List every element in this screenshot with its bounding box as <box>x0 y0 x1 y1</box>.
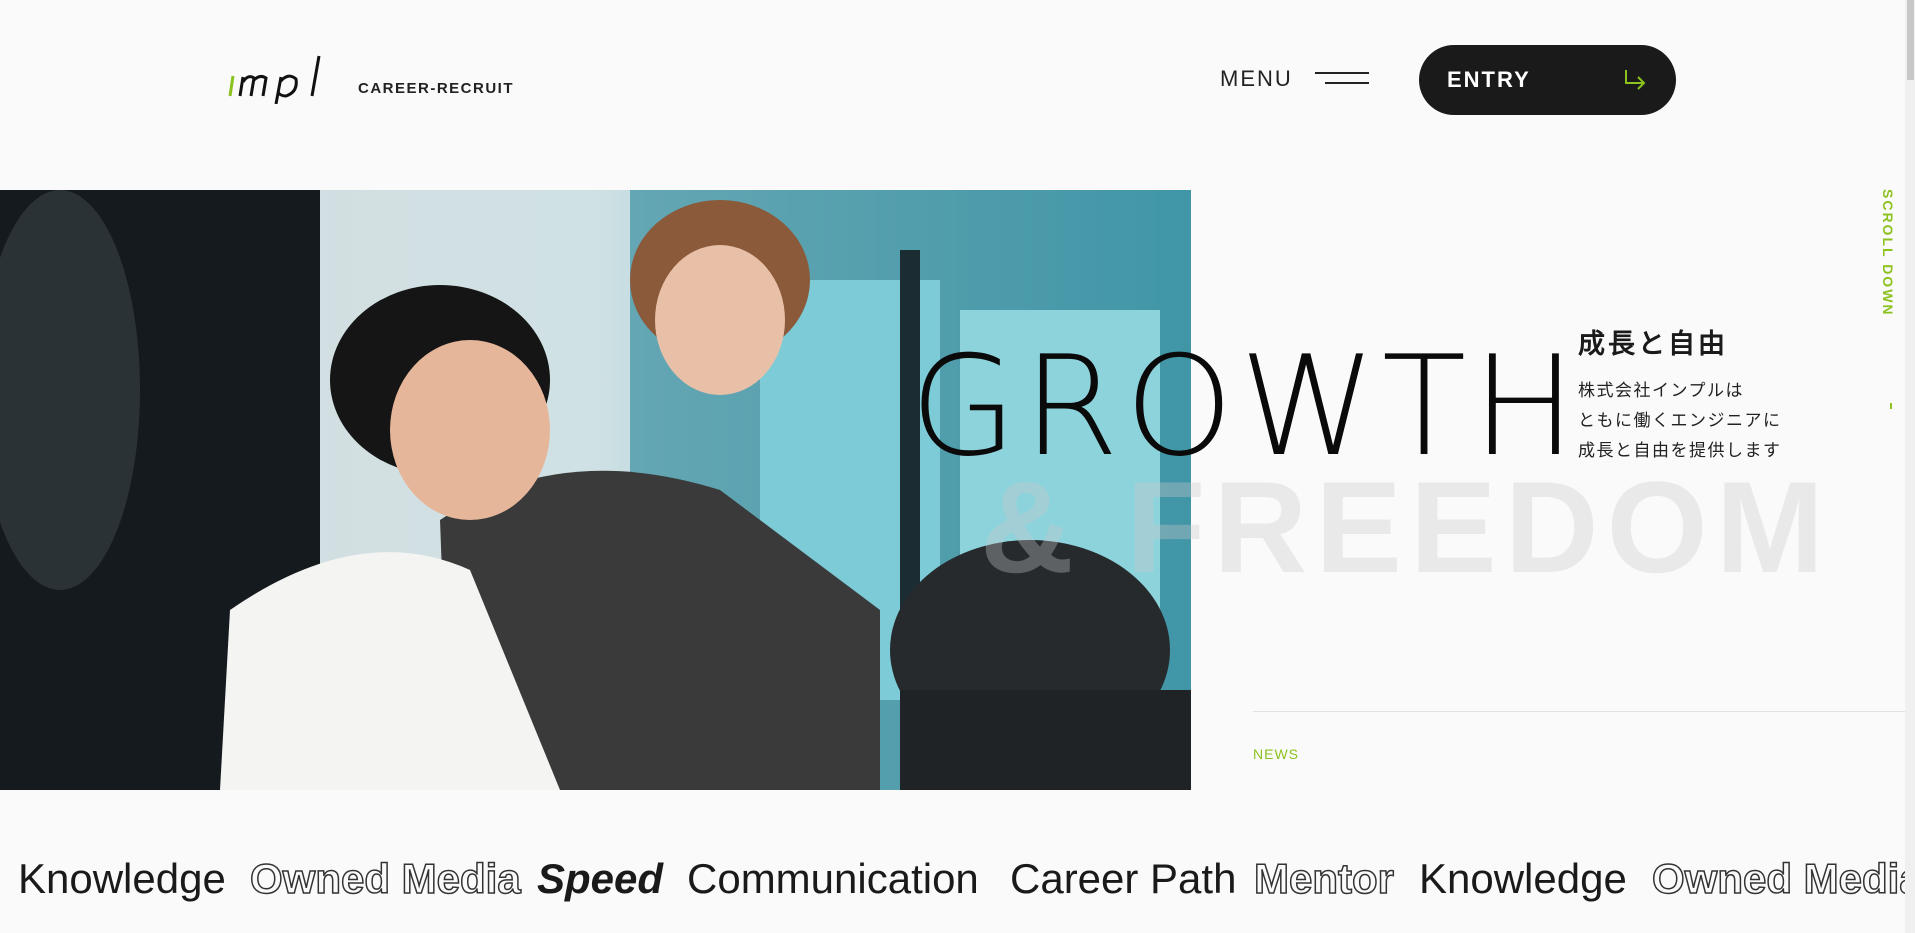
arrow-turn-right-icon <box>1625 70 1646 90</box>
menu-label: MENU <box>1220 66 1293 91</box>
marquee-word: Communication <box>687 855 979 902</box>
hero-title-jp: 成長と自由 <box>1578 329 1728 359</box>
marquee-word: Knowledge <box>1419 855 1627 902</box>
marquee-word: Owned Media <box>249 854 521 903</box>
impl-logo[interactable] <box>226 52 336 104</box>
entry-button[interactable]: ENTRY <box>1419 45 1676 115</box>
scroll-dash <box>1890 403 1892 409</box>
entry-label: ENTRY <box>1447 67 1531 92</box>
scroll-down-indicator[interactable]: SCROLL DOWN <box>1880 189 1896 317</box>
marquee-word: Knowledge <box>18 855 226 902</box>
description-line: 成長と自由を提供します <box>1578 441 1782 460</box>
marquee-word: Mentor <box>1253 854 1395 903</box>
marquee-word: Career Path <box>1010 855 1237 902</box>
description-line: 株式会社インプルは <box>1578 381 1744 400</box>
scrollbar-thumb[interactable] <box>1907 0 1914 80</box>
marquee-word: Speed <box>537 855 664 902</box>
hamburger-icon <box>1314 72 1369 86</box>
scrollbar[interactable] <box>1905 0 1915 933</box>
hero-description: 株式会社インプルは ともに働くエンジニアに 成長と自由を提供します <box>1578 376 1782 466</box>
description-line: ともに働くエンジニアに <box>1578 411 1782 430</box>
marquee-word: Owned Media <box>1651 854 1915 903</box>
menu-button[interactable]: MENU <box>1220 66 1369 92</box>
hero-headline: GROWTH <box>910 326 1582 487</box>
site-tagline: CAREER-RECRUIT <box>358 80 514 97</box>
divider <box>1253 711 1905 712</box>
news-label[interactable]: NEWS <box>1253 746 1299 762</box>
